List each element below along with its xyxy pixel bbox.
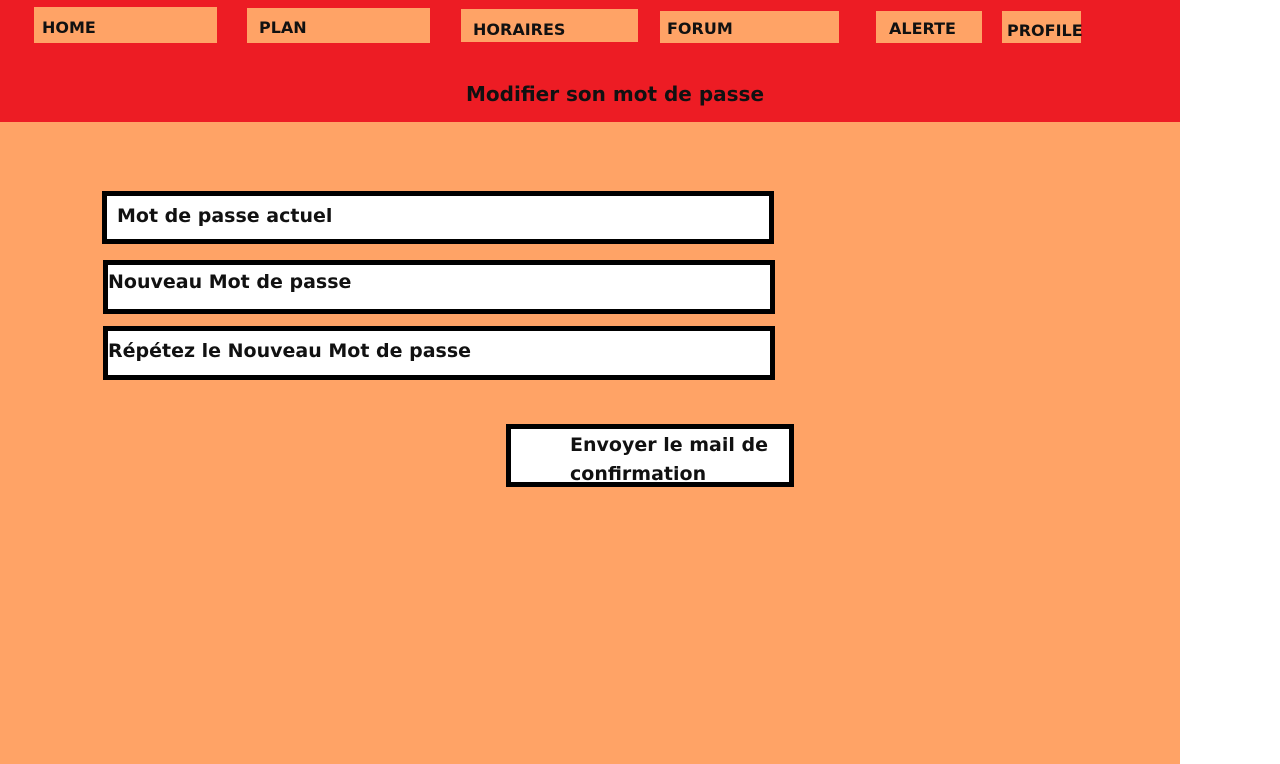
page-title: Modifier son mot de passe — [466, 82, 765, 106]
nav-horaires[interactable]: HORAIRES — [461, 9, 638, 42]
header-bar: HOME PLAN HORAIRES FORUM ALERTE PROFILE … — [0, 0, 1180, 122]
current-password-label: Mot de passe actuel — [117, 205, 333, 227]
send-confirmation-label: Envoyer le mail de confirmation — [570, 434, 768, 485]
nav-forum[interactable]: FORUM — [660, 11, 839, 43]
new-password-label: Nouveau Mot de passe — [108, 271, 352, 293]
current-password-field[interactable]: Mot de passe actuel — [102, 191, 774, 244]
nav-alerte[interactable]: ALERTE — [876, 11, 982, 43]
nav-home[interactable]: HOME — [34, 7, 217, 43]
nav-plan[interactable]: PLAN — [247, 8, 430, 43]
send-confirmation-button[interactable]: Envoyer le mail de confirmation — [506, 424, 794, 487]
nav-profile[interactable]: PROFILE — [1002, 11, 1083, 43]
repeat-password-label: Répétez le Nouveau Mot de passe — [108, 340, 472, 362]
new-password-field[interactable]: Nouveau Mot de passe — [103, 260, 775, 314]
page: HOME PLAN HORAIRES FORUM ALERTE PROFILE … — [0, 0, 1280, 764]
repeat-password-field[interactable]: Répétez le Nouveau Mot de passe — [103, 326, 775, 380]
